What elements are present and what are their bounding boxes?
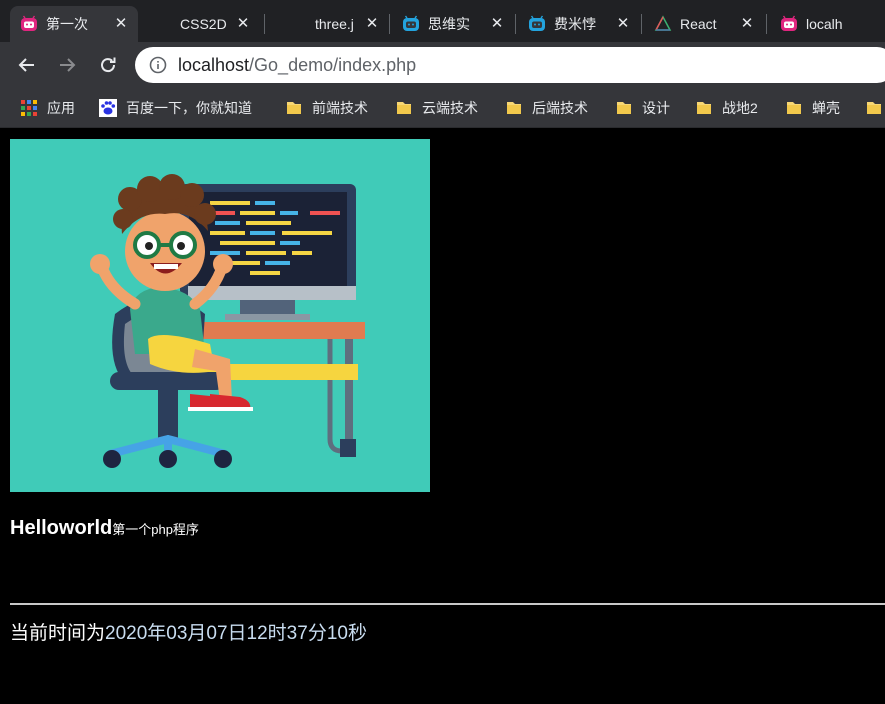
folder-icon: [697, 102, 711, 114]
bookmark-folder-cloud[interactable]: 云端技术: [395, 96, 478, 120]
bilibili-icon: [20, 15, 38, 33]
apps-grid-icon: [21, 100, 37, 116]
tab-1[interactable]: 第一次 ✕: [10, 6, 138, 42]
bookmark-label: 百度一下，你就知道: [126, 100, 252, 116]
tab-7-title: localh: [806, 16, 843, 32]
time-prefix: 当前时间为: [10, 623, 106, 644]
bookmark-folder-frontend[interactable]: 前端技术: [285, 96, 368, 120]
tab-5-title: 费米悖: [554, 16, 596, 32]
close-icon[interactable]: ✕: [738, 15, 756, 33]
bookmark-label: 蝉壳: [812, 100, 840, 116]
close-icon[interactable]: ✕: [488, 15, 506, 33]
bookmark-label: 云端技术: [422, 100, 478, 116]
bookmark-baidu[interactable]: 百度一下，你就知道: [99, 96, 252, 120]
tab-separator: [641, 14, 642, 34]
react-triangle-icon: [654, 15, 672, 33]
heading-title: Helloworld: [10, 517, 113, 539]
tab-3[interactable]: three.j ✕: [265, 6, 389, 42]
bookmark-folder-backend[interactable]: 后端技术: [505, 96, 588, 120]
tab-6-title: React: [680, 16, 717, 32]
tab-separator: [766, 14, 767, 34]
folder-icon: [617, 102, 631, 114]
horizontal-rule: [10, 603, 885, 605]
bookmark-label: 设计: [642, 100, 670, 116]
bookmark-label: 前端技术: [312, 100, 368, 116]
close-icon[interactable]: ✕: [363, 15, 381, 33]
folder-icon: [867, 102, 881, 114]
tab-separator: [515, 14, 516, 34]
hero-illustration: [10, 139, 430, 492]
forward-arrow-icon: [60, 58, 76, 72]
folder-icon: [397, 102, 411, 114]
bilibili-icon: [402, 15, 420, 33]
url-text: localhost/Go_demo/index.php: [178, 55, 416, 76]
folder-icon: [787, 102, 801, 114]
bookmarks-bar: 应用 百度一下，你就知道 前端技术 云端技术 后端技术 设计 战地2 蝉壳: [0, 88, 885, 128]
bookmark-folder-overflow[interactable]: [865, 96, 885, 120]
tab-4[interactable]: 思维实 ✕: [392, 6, 514, 42]
folder-icon: [507, 102, 521, 114]
tab-4-title: 思维实: [428, 16, 470, 32]
bookmark-folder-battlefield[interactable]: 战地2: [695, 96, 758, 120]
bookmark-label: 应用: [47, 100, 75, 116]
forward-button[interactable]: [53, 51, 81, 79]
heading-subtitle: 第一个php程序: [112, 522, 199, 537]
back-button[interactable]: [13, 51, 41, 79]
bilibili-icon: [780, 15, 798, 33]
bookmark-label: 后端技术: [532, 100, 588, 116]
tab-separator: [389, 14, 390, 34]
bookmark-label: 战地2: [722, 100, 758, 116]
tab-2[interactable]: CSS2D ✕: [138, 6, 260, 42]
browser-toolbar: localhost/Go_demo/index.php: [0, 42, 885, 88]
url-host: localhost: [178, 54, 250, 75]
bookmark-folder-design[interactable]: 设计: [615, 96, 670, 120]
tab-6[interactable]: React ✕: [644, 6, 764, 42]
blank-icon: [154, 15, 172, 33]
tab-strip: 第一次 ✕ CSS2D ✕ three.j ✕ 思维实 ✕ 费米悖 ✕ Reac…: [0, 0, 885, 42]
page-heading: Helloworld第一个php程序: [10, 517, 199, 540]
reload-button[interactable]: [94, 51, 122, 79]
bilibili-icon: [528, 15, 546, 33]
tab-1-title: 第一次: [46, 16, 88, 32]
baidu-paw-icon: [99, 99, 117, 117]
tab-7[interactable]: localh: [770, 6, 885, 42]
current-time-line: 当前时间为2020年03月07日12时37分10秒: [10, 618, 367, 645]
bookmark-folder-chanke[interactable]: 蝉壳: [785, 96, 840, 120]
back-arrow-icon: [18, 58, 34, 72]
info-icon[interactable]: [149, 56, 167, 74]
close-icon[interactable]: ✕: [614, 15, 632, 33]
tab-3-title: three.j: [315, 16, 354, 32]
tab-2-title: CSS2D: [180, 16, 227, 32]
close-icon[interactable]: ✕: [234, 15, 252, 33]
blank-icon: [281, 15, 299, 33]
bookmark-apps[interactable]: 应用: [20, 96, 75, 120]
address-bar[interactable]: localhost/Go_demo/index.php: [135, 47, 885, 83]
tab-5[interactable]: 费米悖 ✕: [518, 6, 640, 42]
time-value: 2020年03月07日12时37分10秒: [105, 623, 367, 644]
close-icon[interactable]: ✕: [112, 15, 130, 33]
folder-icon: [287, 102, 301, 114]
url-path: /Go_demo/index.php: [249, 54, 417, 75]
reload-icon: [101, 57, 116, 73]
page-content: Helloworld第一个php程序 当前时间为2020年03月07日12时37…: [0, 129, 885, 704]
